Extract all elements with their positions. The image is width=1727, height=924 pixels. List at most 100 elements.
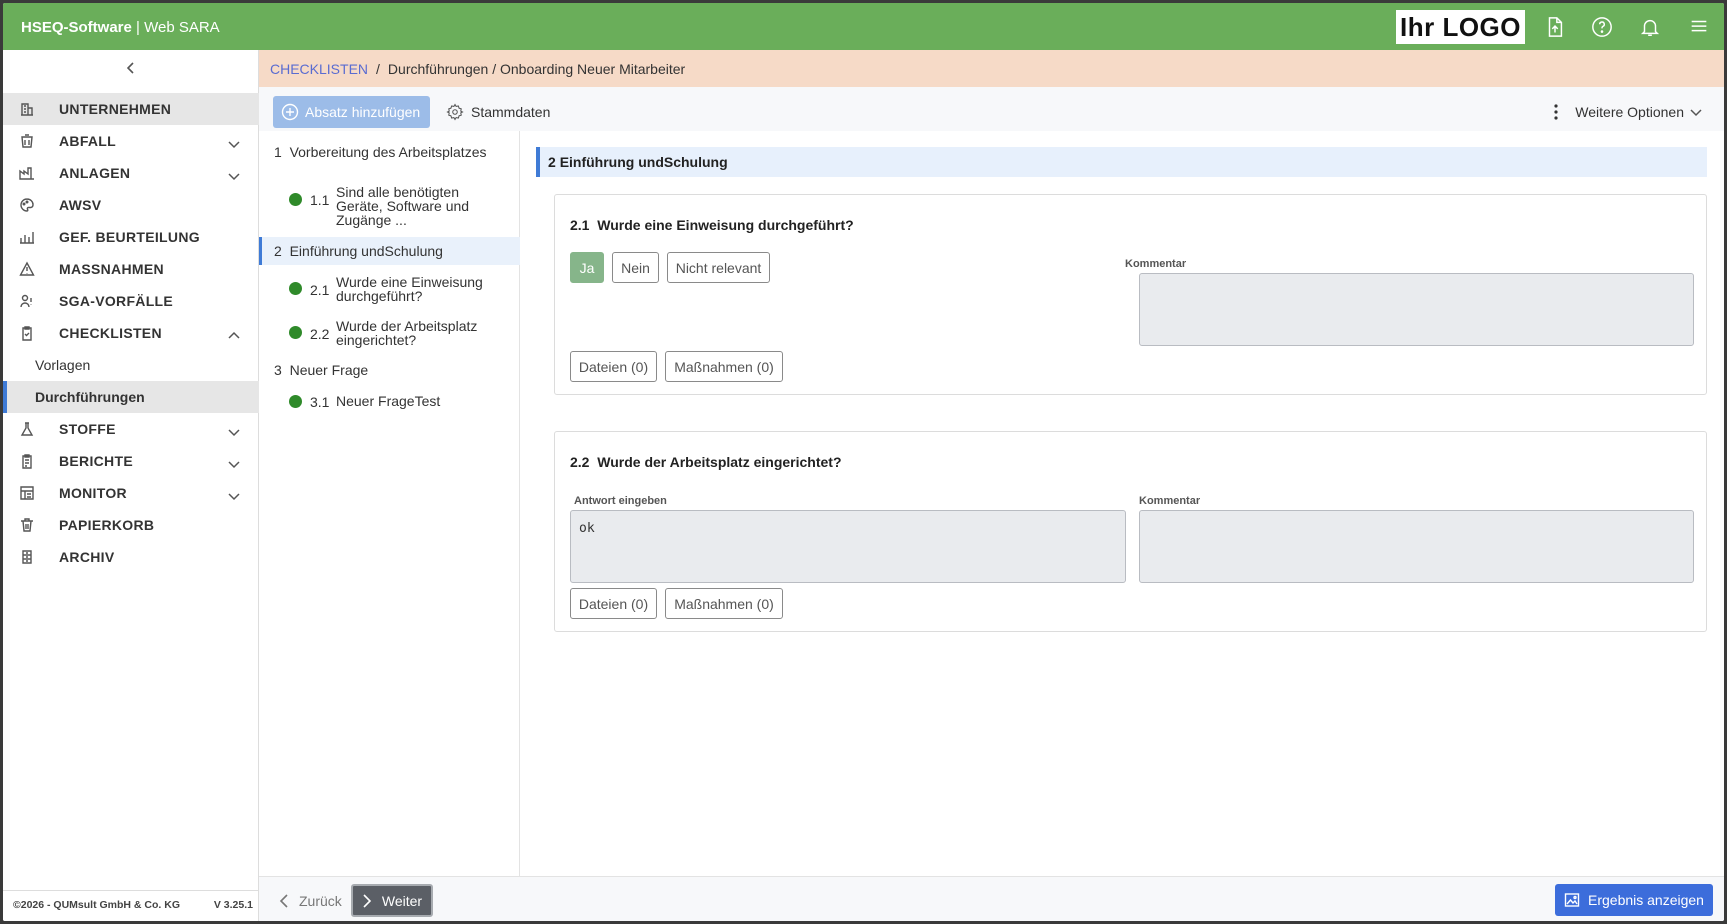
- more-options-label: Weitere Optionen: [1575, 104, 1684, 120]
- archive-icon: [19, 549, 35, 565]
- status-done-icon: [289, 282, 302, 295]
- master-data-button[interactable]: Stammdaten: [446, 96, 550, 128]
- tree-section-title: Vorbereitung des Arbeitsplatzes: [289, 144, 487, 160]
- tree-section-title: Neuer Frage: [289, 362, 369, 378]
- sidebar-item-label: MASSNAHMEN: [59, 261, 164, 277]
- breadcrumb-link-checklisten[interactable]: CHECKLISTEN: [270, 61, 368, 77]
- answer-option-nicht-relevant[interactable]: Nicht relevant: [667, 252, 770, 283]
- measures-button[interactable]: Maßnahmen (0): [665, 351, 783, 382]
- help-icon[interactable]: [1589, 14, 1615, 40]
- sidebar-item-stoffe[interactable]: STOFFE: [3, 413, 259, 445]
- report-icon: [19, 453, 35, 469]
- files-button[interactable]: Dateien (0): [570, 588, 657, 619]
- chevron-down-icon: [228, 488, 240, 501]
- sidebar-item-berichte[interactable]: BERICHTE: [3, 445, 259, 477]
- show-result-label: Ergebnis anzeigen: [1588, 892, 1704, 908]
- more-options-button[interactable]: Weitere Optionen: [1549, 96, 1702, 128]
- sidebar-item-label: SGA-VORFÄLLE: [59, 293, 174, 309]
- status-done-icon: [289, 326, 302, 339]
- sidebar-item-abfall[interactable]: ABFALL: [3, 125, 259, 157]
- section-num: 2: [548, 154, 556, 170]
- sidebar-subitem-vorlagen[interactable]: Vorlagen: [3, 349, 259, 381]
- chevron-down-icon: [228, 168, 240, 181]
- question-text: Wurde eine Einweisung durchgeführt?: [597, 217, 854, 233]
- sidebar-item-gef-beurteilung[interactable]: GEF. BEURTEILUNG: [3, 221, 259, 253]
- comment-field[interactable]: [1139, 510, 1694, 583]
- question-card-2-2: 2.2 Wurde der Arbeitsplatz eingerichtet?…: [554, 431, 1707, 632]
- question-title: 2.2 Wurde der Arbeitsplatz eingerichtet?: [570, 454, 842, 470]
- chevron-down-icon: [1690, 109, 1702, 117]
- comment-field[interactable]: [1139, 273, 1694, 346]
- answer-option-nein[interactable]: Nein: [612, 252, 659, 283]
- chevron-down-icon: [228, 136, 240, 149]
- checklist-tree: 1 Vorbereitung des Arbeitsplatzes 1.1 Si…: [259, 131, 520, 876]
- sidebar-item-label: AWSV: [59, 197, 102, 213]
- back-button[interactable]: Zurück: [273, 885, 342, 917]
- tree-question-2-2[interactable]: 2.2 Wurde der Arbeitsplatz eingerichtet?: [259, 318, 520, 348]
- user-incident-icon: [19, 293, 35, 309]
- sidebar-item-archiv[interactable]: ARCHIV: [3, 541, 259, 573]
- add-paragraph-button[interactable]: Absatz hinzufügen: [273, 96, 430, 128]
- brand-separator: |: [131, 19, 145, 36]
- sidebar-item-label: ABFALL: [59, 133, 117, 149]
- sidebar-item-unternehmen[interactable]: UNTERNEHMEN: [3, 93, 259, 125]
- bottom-bar: Zurück Weiter Ergebnis anzeigen: [259, 876, 1724, 921]
- show-result-button[interactable]: Ergebnis anzeigen: [1555, 884, 1713, 916]
- collapse-sidebar-button[interactable]: [3, 50, 259, 85]
- image-icon: [1564, 893, 1580, 907]
- trash-icon: [19, 517, 35, 533]
- next-button[interactable]: Weiter: [351, 884, 433, 917]
- sidebar-item-label: STOFFE: [59, 421, 116, 437]
- sidebar-item-label: UNTERNEHMEN: [59, 101, 172, 117]
- version-text: V 3.25.1: [213, 899, 253, 911]
- tree-question-text: Wurde eine Einweisung durchgeführt?: [336, 274, 483, 304]
- waste-icon: [19, 133, 35, 149]
- chevron-left-icon: [126, 61, 134, 74]
- sidebar-subitem-durchfuehrungen[interactable]: Durchführungen: [3, 381, 259, 413]
- section-header: 2 Einführung undSchulung: [536, 147, 1707, 177]
- breadcrumb: CHECKLISTEN / Durchführungen / Onboardin…: [259, 50, 1724, 87]
- building-icon: [19, 101, 35, 117]
- tree-question-num: 2.1: [310, 282, 330, 298]
- sidebar-item-massnahmen[interactable]: MASSNAHMEN: [3, 253, 259, 285]
- add-paragraph-label: Absatz hinzufügen: [305, 104, 421, 120]
- sidebar-item-label: BERICHTE: [59, 453, 133, 469]
- tree-section-1[interactable]: 1 Vorbereitung des Arbeitsplatzes: [259, 140, 520, 164]
- tree-section-3[interactable]: 3 Neuer Frage: [259, 358, 520, 382]
- chevron-up-icon: [228, 328, 240, 339]
- brand-name: HSEQ-Software: [21, 19, 132, 36]
- chart-bars-icon: [19, 229, 35, 245]
- tree-question-text: Wurde der Arbeitsplatz eingerichtet?: [336, 318, 478, 348]
- tree-section-2[interactable]: 2 Einführung undSchulung: [259, 237, 520, 265]
- tree-question-2-1[interactable]: 2.1 Wurde eine Einweisung durchgeführt?: [259, 274, 520, 304]
- sidebar-divider: [3, 890, 259, 891]
- menu-icon[interactable]: [1686, 14, 1712, 40]
- tree-section-num: 2: [274, 243, 282, 259]
- answer-option-ja[interactable]: Ja: [570, 252, 604, 283]
- sidebar-subitem-label: Durchführungen: [35, 389, 145, 405]
- file-upload-icon[interactable]: [1542, 14, 1568, 40]
- main-content: 2 Einführung undSchulung 2.1 Wurde eine …: [521, 131, 1724, 876]
- sidebar-item-sga-vorfaelle[interactable]: SGA-VORFÄLLE: [3, 285, 259, 317]
- section-title: Einführung undSchulung: [559, 154, 728, 170]
- tree-question-1-1[interactable]: 1.1 Sind alle benötigten Geräte, Softwar…: [259, 185, 520, 227]
- question-title: 2.1 Wurde eine Einweisung durchgeführt?: [570, 217, 854, 233]
- plus-circle-icon: [281, 103, 299, 121]
- chevron-down-icon: [228, 424, 240, 437]
- tree-question-num: 2.2: [310, 326, 330, 342]
- sidebar-item-awsv[interactable]: AWSV: [3, 189, 259, 221]
- tree-question-text: Sind alle benötigten Geräte, Software un…: [336, 184, 470, 228]
- sidebar-item-checklisten[interactable]: CHECKLISTEN: [3, 317, 259, 349]
- tree-question-3-1[interactable]: 3.1 Neuer FrageTest: [259, 389, 520, 413]
- sidebar-item-papierkorb[interactable]: PAPIERKORB: [3, 509, 259, 541]
- answer-field[interactable]: [570, 510, 1126, 583]
- tree-section-num: 3: [274, 362, 282, 378]
- factory-icon: [19, 165, 35, 181]
- sidebar-item-monitor[interactable]: MONITOR: [3, 477, 259, 509]
- sidebar-item-label: PAPIERKORB: [59, 517, 155, 533]
- flask-icon: [19, 421, 35, 437]
- sidebar-item-anlagen[interactable]: ANLAGEN: [3, 157, 259, 189]
- bell-icon[interactable]: [1637, 14, 1663, 40]
- files-button[interactable]: Dateien (0): [570, 351, 657, 382]
- measures-button[interactable]: Maßnahmen (0): [665, 588, 783, 619]
